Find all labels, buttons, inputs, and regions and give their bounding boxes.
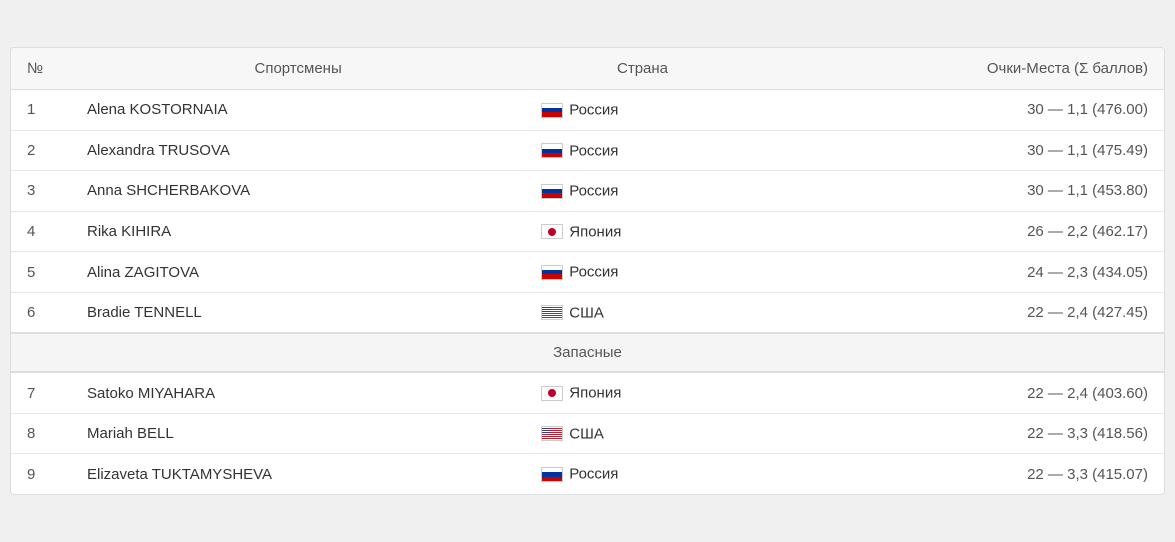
japan-flag-icon [541, 386, 563, 401]
row-score: 22 — 3,3 (415.07) [760, 454, 1164, 494]
header-num: № [11, 48, 71, 90]
row-score: 26 — 2,2 (462.17) [760, 211, 1164, 252]
row-athlete: Rika KIHIRA [71, 211, 525, 252]
row-country: Япония [525, 372, 760, 413]
row-score: 22 — 3,3 (418.56) [760, 413, 1164, 454]
country-name: Россия [569, 102, 618, 119]
main-table-wrapper: № Спортсмены Страна Очки-Места (Σ баллов… [10, 47, 1165, 495]
table-row: 9Elizaveta TUKTAMYSHEVA Россия 22 — 3,3 (4… [11, 454, 1164, 494]
table-row: 7Satoko MIYAHARA Япония 22 — 2,4 (403.60) [11, 372, 1164, 413]
russia-flag-icon [541, 265, 563, 280]
row-num: 4 [11, 211, 71, 252]
rankings-table: № Спортсмены Страна Очки-Места (Σ баллов… [11, 48, 1164, 494]
row-athlete: Mariah BELL [71, 413, 525, 454]
row-score: 22 — 2,4 (427.45) [760, 292, 1164, 333]
country-name: Россия [569, 466, 618, 483]
japan-flag-icon [541, 224, 563, 239]
row-country: Россия [525, 171, 760, 212]
country-name: Япония [569, 385, 621, 402]
country-name: Россия [569, 183, 618, 200]
table-row: 1Alena KOSTORNAIA Россия 30 — 1,1 (476.00) [11, 90, 1164, 131]
row-num: 2 [11, 130, 71, 171]
row-country: США [525, 292, 760, 333]
usa-flag-icon [541, 305, 563, 320]
row-num: 8 [11, 413, 71, 454]
table-row: 6Bradie TENNELL США 22 — 2,4 (427.45) [11, 292, 1164, 333]
row-country: Россия [525, 90, 760, 131]
table-row: 3Anna SHCHERBAKOVA Россия 30 — 1,1 (453.80… [11, 171, 1164, 212]
reserve-label: Запасные [11, 333, 1164, 372]
row-athlete: Alena KOSTORNAIA [71, 90, 525, 131]
table-row: 8Mariah BELL США 22 — 3,3 (418.56) [11, 413, 1164, 454]
russia-flag-icon [541, 103, 563, 118]
row-country: США [525, 413, 760, 454]
usa-flag-icon [541, 426, 563, 441]
country-name: США [569, 425, 604, 442]
row-score: 24 — 2,3 (434.05) [760, 252, 1164, 293]
row-country: Россия [525, 252, 760, 293]
row-country: Россия [525, 130, 760, 171]
country-name: Россия [569, 264, 618, 281]
row-num: 5 [11, 252, 71, 293]
row-athlete: Alexandra TRUSOVA [71, 130, 525, 171]
russia-flag-icon [541, 467, 563, 482]
row-athlete: Bradie TENNELL [71, 292, 525, 333]
row-score: 30 — 1,1 (475.49) [760, 130, 1164, 171]
row-score: 30 — 1,1 (476.00) [760, 90, 1164, 131]
row-athlete: Alina ZAGITOVA [71, 252, 525, 293]
reserve-header-row: Запасные [11, 333, 1164, 372]
row-num: 6 [11, 292, 71, 333]
header-country: Страна [525, 48, 760, 90]
table-row: 2Alexandra TRUSOVA Россия 30 — 1,1 (475.49… [11, 130, 1164, 171]
russia-flag-icon [541, 184, 563, 199]
row-num: 1 [11, 90, 71, 131]
row-num: 9 [11, 454, 71, 494]
row-score: 22 — 2,4 (403.60) [760, 372, 1164, 413]
row-athlete: Elizaveta TUKTAMYSHEVA [71, 454, 525, 494]
row-num: 7 [11, 372, 71, 413]
russia-flag-icon [541, 143, 563, 158]
row-num: 3 [11, 171, 71, 212]
table-header-row: № Спортсмены Страна Очки-Места (Σ баллов… [11, 48, 1164, 90]
header-score: Очки-Места (Σ баллов) [760, 48, 1164, 90]
row-score: 30 — 1,1 (453.80) [760, 171, 1164, 212]
table-row: 5Alina ZAGITOVA Россия 24 — 2,3 (434.05) [11, 252, 1164, 293]
country-name: Япония [569, 223, 621, 240]
header-athlete: Спортсмены [71, 48, 525, 90]
row-athlete: Anna SHCHERBAKOVA [71, 171, 525, 212]
table-row: 4Rika KIHIRA Япония 26 — 2,2 (462.17) [11, 211, 1164, 252]
country-name: США [569, 304, 604, 321]
row-athlete: Satoko MIYAHARA [71, 372, 525, 413]
row-country: Япония [525, 211, 760, 252]
country-name: Россия [569, 142, 618, 159]
row-country: Россия [525, 454, 760, 494]
